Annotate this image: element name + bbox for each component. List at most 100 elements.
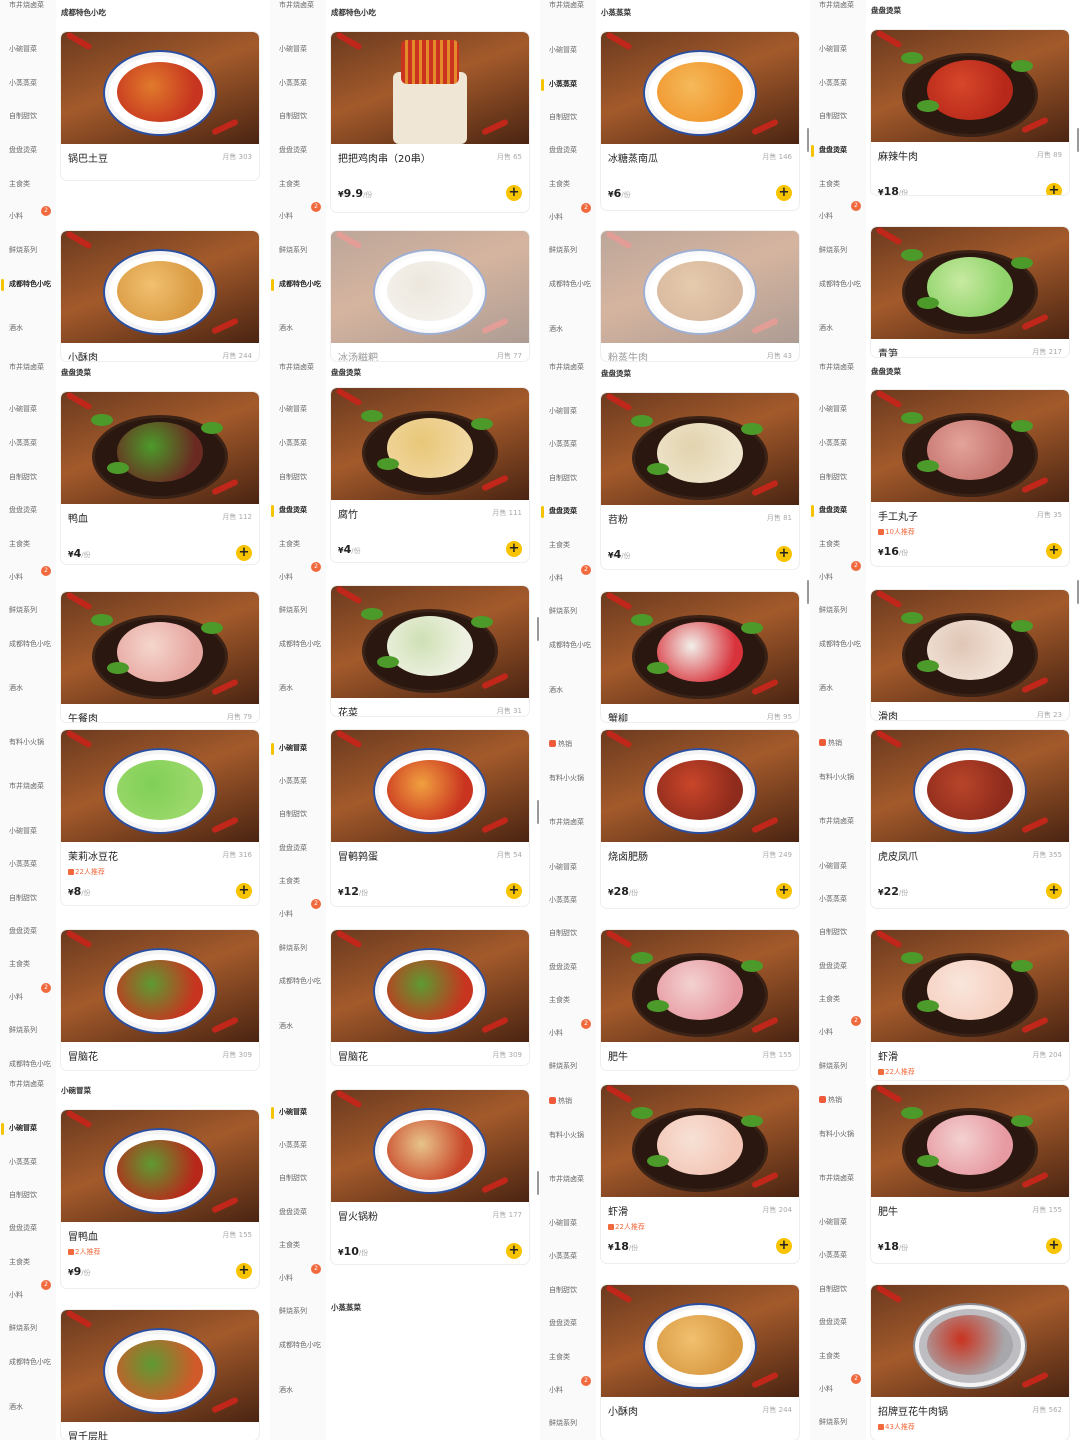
sidebar-item-zhushi[interactable]: 主食类 — [810, 994, 866, 1004]
sidebar-item-chengdu[interactable]: 成都特色小吃 — [270, 279, 326, 291]
sidebar-item-chengdu[interactable]: 成都特色小吃 — [0, 279, 56, 291]
add-to-cart-button[interactable]: + — [1046, 543, 1062, 559]
sidebar-item-xiaowan[interactable]: 小碗冒菜 — [540, 1218, 596, 1228]
dish-card[interactable]: 午餐肉 月售 79 — [61, 592, 259, 722]
scrollbar[interactable] — [537, 617, 539, 641]
sidebar-item-panpan[interactable]: 盘盘烫菜 — [810, 1317, 866, 1327]
sidebar-item-shijie[interactable]: 市井烧卤菜 — [810, 1173, 866, 1183]
sidebar-item-chengdu[interactable]: 成都特色小吃 — [810, 279, 866, 289]
sidebar-item-zizhi[interactable]: 自制甜饮 — [540, 928, 596, 938]
sidebar-item-xianshao[interactable]: 鲜烧系列 — [540, 245, 596, 255]
sidebar-item-xiaozheng[interactable]: 小蒸蒸菜 — [810, 438, 866, 448]
sidebar-item-chengdu[interactable]: 成都特色小吃 — [0, 639, 56, 649]
sidebar-item-zizhi[interactable]: 自制甜饮 — [270, 809, 326, 819]
sidebar-item-xiaozheng[interactable]: 小蒸蒸菜 — [270, 776, 326, 786]
sidebar-item-hot[interactable]: 热销 — [540, 739, 596, 749]
sidebar-item-hot[interactable]: 热销 — [810, 738, 866, 748]
add-to-cart-button[interactable]: + — [776, 185, 792, 201]
sidebar-item-xiaozheng[interactable]: 小蒸蒸菜 — [540, 895, 596, 905]
sidebar-item-panpan[interactable]: 盘盘烫菜 — [270, 843, 326, 853]
dish-card[interactable]: 小酥肉 月售 244 — [601, 1285, 799, 1440]
dish-card[interactable]: 冰糖蒸南瓜 月售 146 ¥6/份 + — [601, 32, 799, 210]
sidebar-item-chengdu[interactable]: 成都特色小吃 — [270, 639, 326, 649]
sidebar-item-panpan[interactable]: 盘盘烫菜 — [810, 505, 866, 517]
sidebar-item-chengdu[interactable]: 成都特色小吃 — [0, 1357, 56, 1367]
scrollbar[interactable] — [807, 128, 809, 152]
sidebar-item-xiaozheng[interactable]: 小蒸蒸菜 — [810, 78, 866, 88]
sidebar-item-zizhi[interactable]: 自制甜饮 — [0, 472, 56, 482]
sidebar-item-zhushi[interactable]: 主食类 — [810, 179, 866, 189]
sidebar-item-xianshao[interactable]: 鲜烧系列 — [810, 245, 866, 255]
add-to-cart-button[interactable]: + — [506, 1243, 522, 1259]
sidebar-item-zhushi[interactable]: 主食类 — [810, 539, 866, 549]
dish-card[interactable]: 肥牛 月售 155 — [601, 930, 799, 1070]
dish-card[interactable]: 蟹柳 月售 95 — [601, 592, 799, 722]
sidebar-item-jiushui[interactable]: 酒水 — [270, 323, 326, 333]
sidebar-item-panpan[interactable]: 盘盘烫菜 — [0, 926, 56, 936]
sidebar-item-xiaozheng[interactable]: 小蒸蒸菜 — [540, 439, 596, 449]
sidebar-item-zizhi[interactable]: 自制甜饮 — [810, 111, 866, 121]
sidebar-item-shijie[interactable]: 市井烧卤菜 — [810, 0, 866, 10]
sidebar-item-zhushi[interactable]: 主食类 — [540, 179, 596, 189]
sidebar-item-xianshao[interactable]: 鲜烧系列 — [0, 605, 56, 615]
sidebar-item-zizhi[interactable]: 自制甜饮 — [810, 472, 866, 482]
sidebar-item-xianshao[interactable]: 鲜烧系列 — [0, 1323, 56, 1333]
sidebar-item-xiaowan[interactable]: 小碗冒菜 — [270, 1107, 326, 1119]
sidebar-item-zizhi[interactable]: 自制甜饮 — [540, 1285, 596, 1295]
add-to-cart-button[interactable]: + — [776, 546, 792, 562]
sidebar-item-huoguo[interactable]: 有料小火锅 — [540, 1130, 596, 1140]
sidebar-item-panpan[interactable]: 盘盘烫菜 — [540, 962, 596, 972]
sidebar-item-zhushi[interactable]: 主食类 — [540, 995, 596, 1005]
sidebar-item-jiushui[interactable]: 酒水 — [540, 324, 596, 334]
dish-card[interactable]: 鸭血 月售 112 ¥4/份 + — [61, 392, 259, 564]
sidebar-item-jiushui[interactable]: 酒水 — [540, 685, 596, 695]
sidebar-item-zhushi[interactable]: 主食类 — [540, 540, 596, 550]
dish-card[interactable]: 冒火锅粉 月售 177 ¥10/份 + — [331, 1090, 529, 1264]
dish-card[interactable]: 手工丸子 月售 35 10人推荐 ¥16/份 + — [871, 390, 1069, 566]
sidebar-item-huoguo[interactable]: 有料小火锅 — [0, 737, 56, 747]
sidebar-item-chengdu[interactable]: 成都特色小吃 — [270, 976, 326, 986]
sidebar-item-xiaowan[interactable]: 小碗冒菜 — [810, 44, 866, 54]
dish-card[interactable]: 烧卤肥肠 月售 249 ¥28/份 + — [601, 730, 799, 908]
sidebar-item-jiushui[interactable]: 酒水 — [270, 683, 326, 693]
dish-card[interactable]: 虾滑 月售 204 22人推荐 — [871, 930, 1069, 1080]
sidebar-item-shijie[interactable]: 市井烧卤菜 — [270, 362, 326, 372]
sidebar-item-hot[interactable]: 热销 — [810, 1095, 866, 1105]
sidebar-item-xiaowan[interactable]: 小碗冒菜 — [0, 1123, 56, 1135]
sidebar-item-xiaozheng[interactable]: 小蒸蒸菜 — [270, 1140, 326, 1150]
sidebar-item-xiaoliao[interactable]: 小料 — [810, 211, 866, 221]
dish-card[interactable]: 滑肉 月售 23 — [871, 590, 1069, 720]
sidebar-item-xiaozheng[interactable]: 小蒸蒸菜 — [0, 78, 56, 88]
sidebar-item-xiaowan[interactable]: 小碗冒菜 — [270, 743, 326, 755]
dish-card[interactable]: 虾滑 月售 204 22人推荐 ¥18/份 + — [601, 1085, 799, 1263]
sidebar-item-zizhi[interactable]: 自制甜饮 — [540, 112, 596, 122]
sidebar-item-xiaowan[interactable]: 小碗冒菜 — [540, 862, 596, 872]
sidebar-item-xiaoliao[interactable]: 小料 — [540, 1385, 596, 1395]
scrollbar[interactable] — [1077, 580, 1079, 604]
sidebar-item-panpan[interactable]: 盘盘烫菜 — [270, 145, 326, 155]
add-to-cart-button[interactable]: + — [776, 883, 792, 899]
sidebar-item-huoguo[interactable]: 有料小火锅 — [540, 773, 596, 783]
sidebar-item-xiaoliao[interactable]: 小料 — [540, 1028, 596, 1038]
dish-card[interactable]: 招牌豆花牛肉锅 月售 562 43人推荐 — [871, 1285, 1069, 1440]
sidebar-item-shijie[interactable]: 市井烧卤菜 — [540, 1174, 596, 1184]
sidebar-item-zizhi[interactable]: 自制甜饮 — [0, 1190, 56, 1200]
sidebar-item-shijie[interactable]: 市井烧卤菜 — [0, 781, 56, 791]
sidebar-item-zizhi[interactable]: 自制甜饮 — [810, 1284, 866, 1294]
sidebar-item-jiushui[interactable]: 酒水 — [0, 323, 56, 333]
sidebar-item-xiaowan[interactable]: 小碗冒菜 — [540, 406, 596, 416]
sidebar-item-xiaoliao[interactable]: 小料 — [810, 1027, 866, 1037]
sidebar-item-jiushui[interactable]: 酒水 — [270, 1385, 326, 1395]
add-to-cart-button[interactable]: + — [776, 1238, 792, 1254]
sidebar-item-xiaoliao[interactable]: 小料 — [0, 992, 56, 1002]
sidebar-item-panpan[interactable]: 盘盘烫菜 — [0, 505, 56, 515]
sidebar-item-xiaowan[interactable]: 小碗冒菜 — [0, 826, 56, 836]
sidebar-item-shijie[interactable]: 市井烧卤菜 — [540, 0, 596, 10]
sidebar-item-panpan[interactable]: 盘盘烫菜 — [270, 1207, 326, 1217]
sidebar-item-xiaozheng[interactable]: 小蒸蒸菜 — [810, 1250, 866, 1260]
sidebar-item-panpan[interactable]: 盘盘烫菜 — [540, 506, 596, 518]
sidebar-item-xiaoliao[interactable]: 小料 — [540, 212, 596, 222]
sidebar-item-shijie[interactable]: 市井烧卤菜 — [0, 0, 56, 10]
dish-card[interactable]: 把把鸡肉串（20串） 月售 65 ¥9.9/份 + — [331, 32, 529, 212]
sidebar-item-xiaowan[interactable]: 小碗冒菜 — [0, 404, 56, 414]
